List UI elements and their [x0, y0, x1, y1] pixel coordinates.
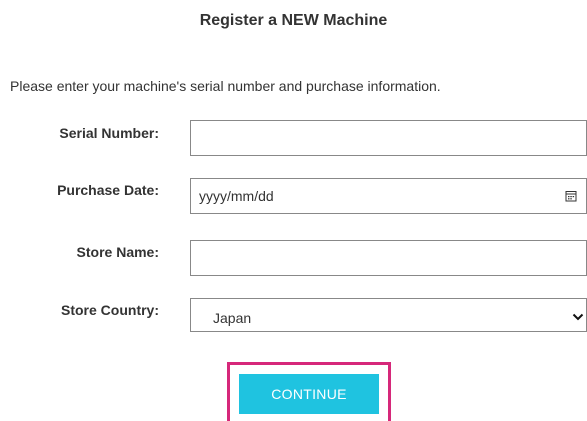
page-title: Register a NEW Machine [199, 12, 388, 29]
purchase-date-placeholder: yyyy/mm/dd [199, 188, 274, 204]
register-machine-page: Register a NEW Machine Please enter your… [0, 0, 587, 421]
purchase-date-label: Purchase Date: [57, 182, 159, 198]
intro-text: Please enter your machine's serial numbe… [10, 78, 441, 94]
serial-number-input[interactable] [191, 121, 586, 155]
calendar-icon[interactable] [565, 190, 577, 202]
purchase-date-field[interactable]: yyyy/mm/dd [190, 178, 587, 214]
serial-number-field[interactable] [190, 120, 587, 156]
store-name-input[interactable] [191, 241, 586, 275]
store-name-field[interactable] [190, 240, 587, 276]
serial-number-label: Serial Number: [59, 125, 159, 141]
store-name-label: Store Name: [76, 244, 159, 260]
store-country-select[interactable]: Japan [190, 298, 587, 332]
continue-highlight: CONTINUE [227, 362, 391, 421]
store-country-selected: Japan [213, 310, 252, 326]
store-country-label: Store Country: [61, 302, 159, 318]
chevron-down-icon[interactable] [572, 312, 584, 322]
continue-button[interactable]: CONTINUE [239, 374, 379, 414]
